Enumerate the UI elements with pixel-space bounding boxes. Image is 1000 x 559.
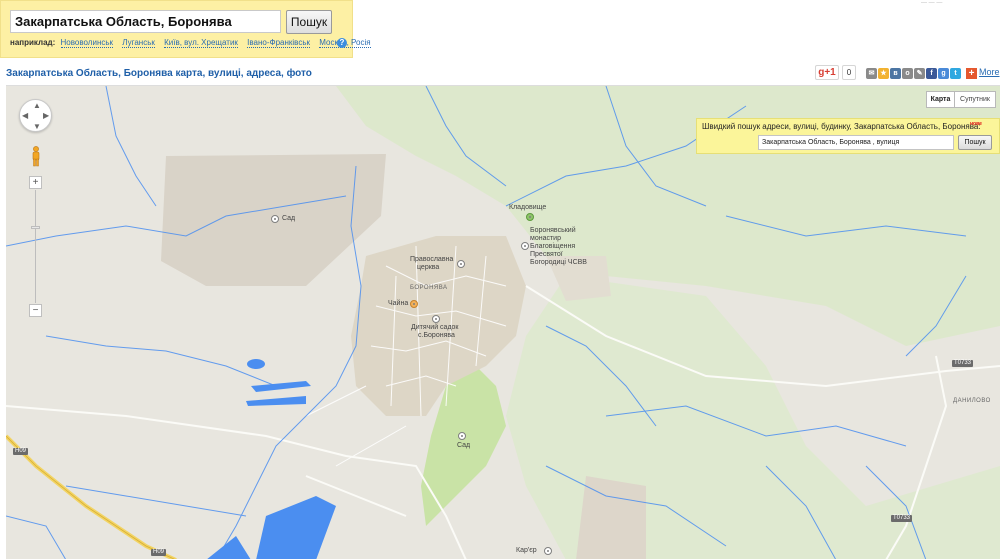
facebook-icon[interactable]: f: [926, 68, 937, 79]
map-label-monastery: Пресвятої: [530, 251, 563, 258]
bookmark-icon[interactable]: ★: [878, 68, 889, 79]
twitter-icon[interactable]: t: [950, 68, 961, 79]
odnoklassniki-icon[interactable]: о: [902, 68, 913, 79]
pan-down-icon[interactable]: ▼: [33, 123, 41, 131]
map-label-quarry: Кар'єр: [516, 547, 537, 554]
example-link[interactable]: Луганськ: [122, 38, 155, 48]
pan-right-icon[interactable]: ▶: [43, 112, 49, 120]
quick-search-title: Швидкий пошук адреси, вулиці, будинку, З…: [702, 122, 981, 131]
livejournal-icon[interactable]: ✎: [914, 68, 925, 79]
quick-search-button[interactable]: Пошук: [958, 135, 992, 150]
gplus-button[interactable]: g+1: [815, 65, 839, 80]
gplus-count: 0: [842, 65, 856, 80]
monastery-poi-icon[interactable]: [521, 242, 529, 250]
map-label-monastery: монастир: [530, 235, 561, 242]
zoom-in-button[interactable]: +: [29, 176, 42, 189]
search-panel: Закарпатська Область, Боронява Пошук нап…: [0, 0, 371, 58]
map-label-kindergarten: Дитячий садок: [411, 324, 459, 331]
search-input[interactable]: Закарпатська Область, Боронява: [10, 10, 281, 33]
pan-up-icon[interactable]: ▲: [33, 102, 41, 110]
road-shield: H09: [151, 549, 167, 556]
zoom-slider-thumb[interactable]: [31, 226, 40, 229]
map-terrain: [6, 86, 1000, 559]
more-plus-icon[interactable]: +: [966, 68, 977, 79]
road-shield: T0733: [891, 515, 913, 522]
vk-icon[interactable]: в: [890, 68, 901, 79]
pan-left-icon[interactable]: ◀: [22, 112, 28, 120]
map-label-kindergarten: с.Боронява: [418, 332, 455, 339]
map-type-map-button[interactable]: Карта: [926, 91, 955, 108]
map-label-garden: Сад: [282, 215, 296, 222]
map-label-village: ДАНИЛОВО: [953, 398, 991, 404]
zoom-slider[interactable]: [35, 190, 36, 303]
example-link[interactable]: Івано-Франківськ: [247, 38, 311, 48]
pegman-icon[interactable]: [30, 146, 42, 168]
garden-poi-icon[interactable]: [271, 215, 279, 223]
google-icon[interactable]: g: [938, 68, 949, 79]
zoom-out-button[interactable]: −: [29, 304, 42, 317]
quick-search-panel: Швидкий пошук адреси, вулиці, будинку, З…: [696, 118, 1000, 154]
quarry-poi-icon[interactable]: [544, 547, 552, 555]
church-poi-icon[interactable]: [457, 260, 465, 268]
map-label-monastery: Боронявський: [530, 227, 576, 234]
examples-label: наприклад:: [10, 38, 56, 47]
map-canvas[interactable]: Сад Кладовище Боронявський монастир Благ…: [6, 85, 1000, 559]
kindergarten-poi-icon[interactable]: [432, 315, 440, 323]
teahouse-poi-icon[interactable]: [410, 300, 418, 308]
top-right-decoration: — — —: [921, 0, 943, 6]
pan-control[interactable]: ▲ ▼ ◀ ▶: [19, 99, 52, 132]
map-label-church: церква: [417, 264, 440, 271]
search-button[interactable]: Пошук: [286, 10, 332, 34]
map-type-satellite-button[interactable]: Супутник: [954, 91, 996, 108]
more-link[interactable]: More: [979, 67, 1000, 77]
map-label-cemetery: Кладовище: [509, 204, 547, 211]
example-link[interactable]: Нововолинськ: [60, 38, 114, 48]
help-icon[interactable]: ?: [337, 38, 347, 48]
search-examples: наприклад: Нововолинськ Луганськ Київ, в…: [10, 38, 378, 48]
road-shield: H09: [13, 448, 29, 455]
garden-poi-icon[interactable]: [458, 432, 466, 440]
road-shield: T0733: [952, 360, 974, 367]
example-link[interactable]: Київ, вул. Хрещатик: [164, 38, 238, 48]
quick-search-input[interactable]: Закарпатська Область, Боронява , вулиця: [758, 135, 954, 150]
map-label-garden: Сад: [457, 442, 471, 449]
mail-icon[interactable]: ✉: [866, 68, 877, 79]
new-badge: нове: [970, 121, 982, 127]
cemetery-poi-icon[interactable]: [526, 213, 534, 221]
map-label-town: БОРОНЯВА: [410, 285, 448, 291]
map-label-monastery: Богородиці ЧСВВ: [530, 259, 587, 266]
map-label-monastery: Благовіщення: [530, 243, 576, 250]
map-label-teahouse: Чайна: [388, 300, 409, 307]
map-label-church: Православна: [410, 256, 454, 263]
page-title: Закарпатська Область, Боронява карта, ву…: [6, 68, 312, 79]
